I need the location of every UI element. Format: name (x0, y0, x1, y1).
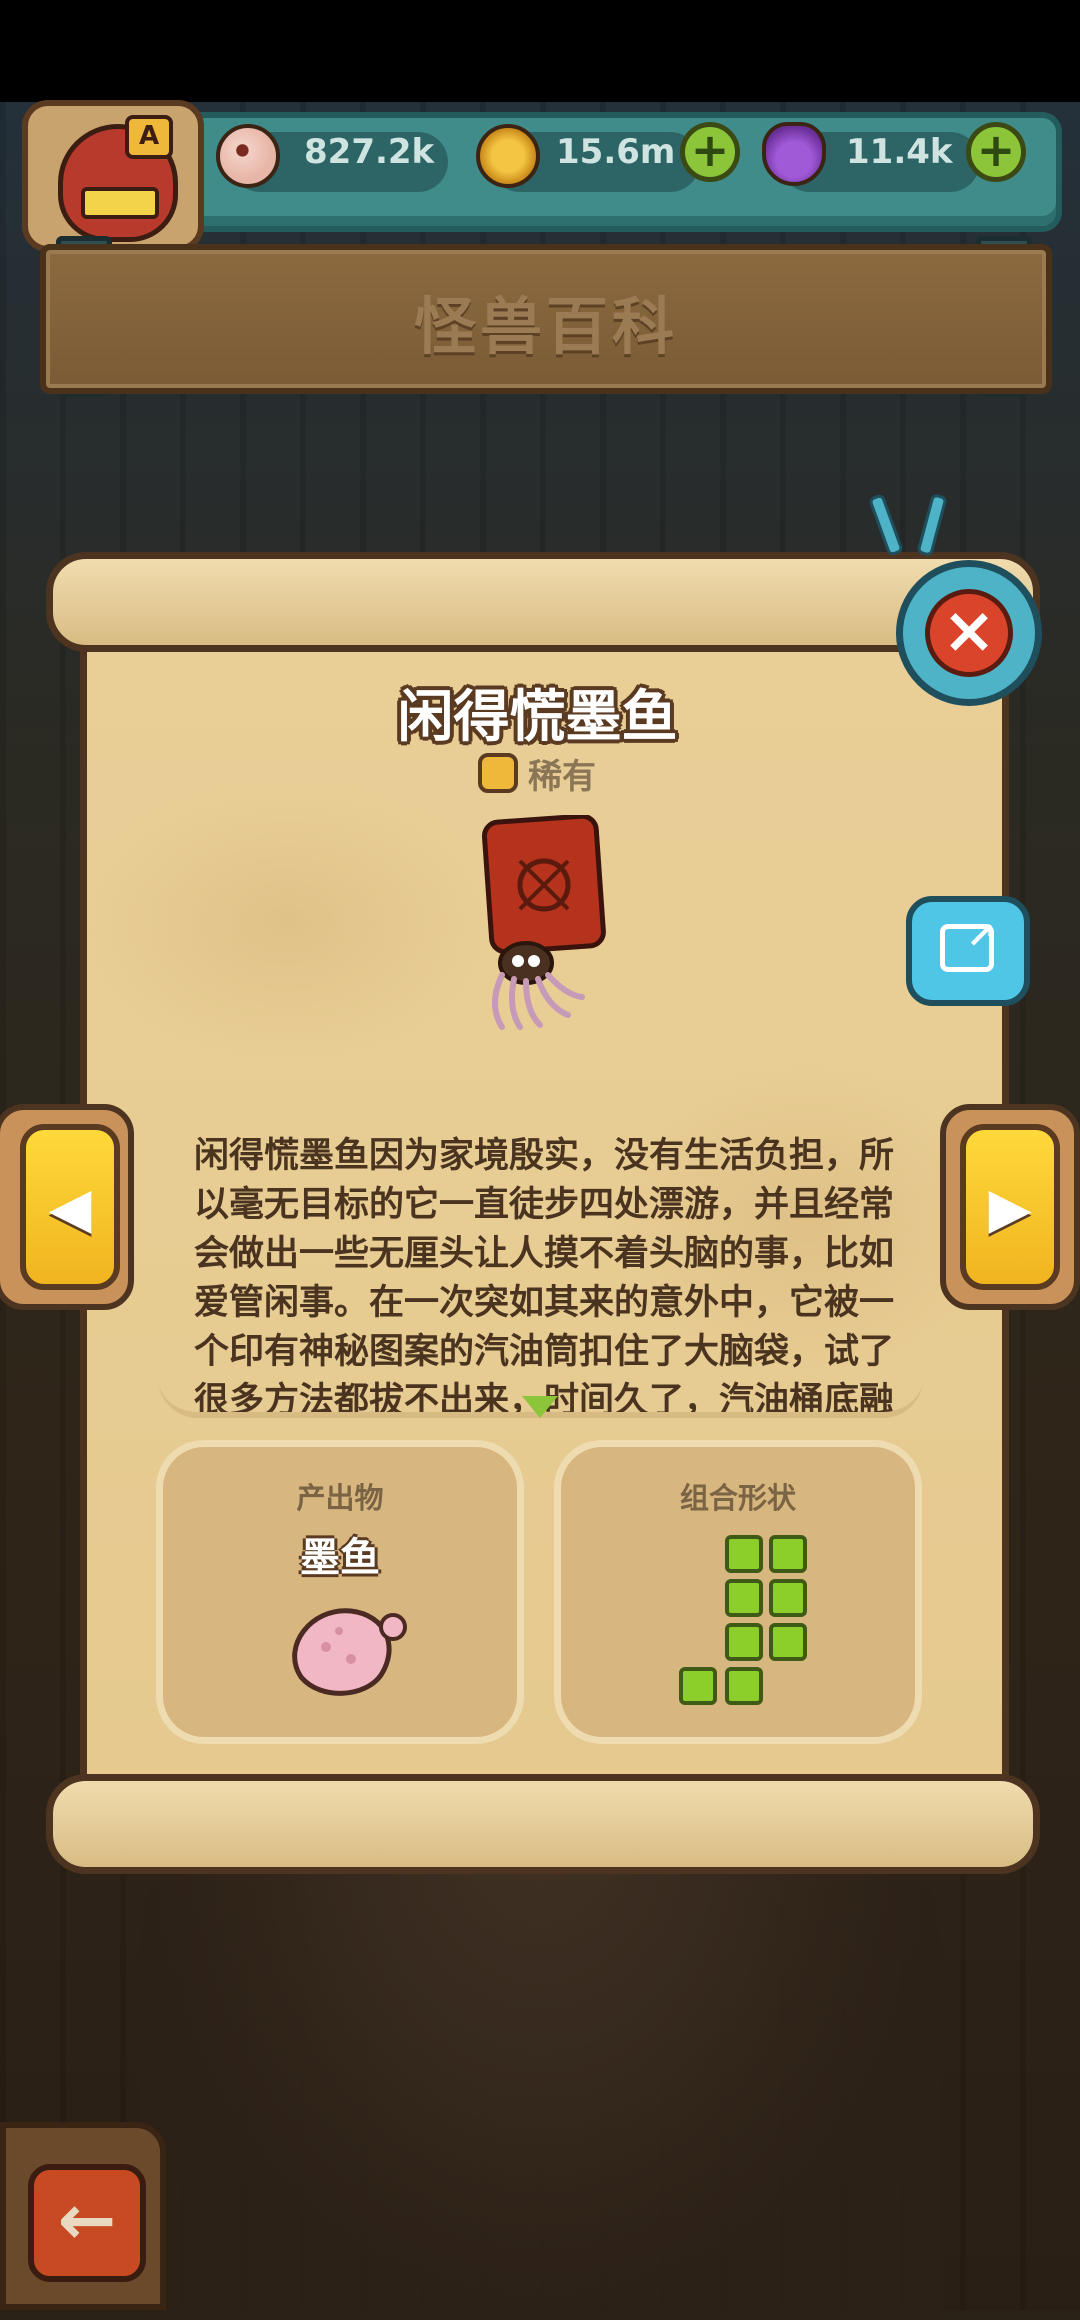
eyeball-icon (216, 124, 280, 188)
share-button[interactable]: ↗ (906, 896, 1030, 1006)
monster-name: 闲得慌墨鱼 (397, 685, 678, 750)
shape-cell (679, 1667, 717, 1705)
add-potion-button[interactable]: + (966, 122, 1026, 182)
shape-cell (769, 1535, 807, 1573)
shape-cell (725, 1579, 763, 1617)
scroll-bottom-roll (46, 1774, 1040, 1874)
output-label: 产出物 (296, 1481, 384, 1515)
share-arrow-icon: ↗ (966, 916, 997, 957)
shape-panel: 组合形状 (554, 1440, 922, 1744)
teeth-icon (81, 187, 159, 219)
potion-icon (762, 122, 826, 186)
prev-monster-button[interactable]: ◀ (20, 1124, 120, 1290)
shape-cell (725, 1535, 763, 1573)
shape-cell (725, 1623, 763, 1661)
back-button[interactable]: ← (28, 2164, 146, 2282)
rarity-icon (478, 753, 518, 793)
monster-description: 闲得慌墨鱼因为家境殷实，没有生活负担，所以毫无目标的它一直徒步四处漂游，并且经常… (194, 1136, 895, 1418)
add-gold-button[interactable]: + (680, 122, 740, 182)
shape-label: 组合形状 (679, 1481, 796, 1515)
status-bar (0, 0, 1080, 102)
prev-monster-tab: ◀ (0, 1104, 134, 1310)
monster-avatar-icon: A (58, 115, 178, 242)
potion-count: 11.4k (846, 132, 953, 172)
chevron-left-icon: ◀ (48, 1176, 92, 1241)
player-avatar[interactable]: A (22, 100, 204, 252)
next-monster-button[interactable]: ▶ (960, 1124, 1060, 1290)
eyeball-count: 827.2k (304, 132, 435, 172)
chevron-right-icon: ▶ (988, 1176, 1032, 1241)
output-value: 墨鱼 (300, 1535, 380, 1581)
rarity-label: 稀有 (528, 756, 596, 797)
close-icon: × (925, 589, 1013, 677)
description-box[interactable]: 闲得慌墨鱼因为家境殷实，没有生活负担，所以毫无目标的它一直徒步四处漂游，并且经常… (158, 1120, 923, 1418)
gold-count: 15.6m (556, 132, 676, 172)
shape-cell (769, 1623, 807, 1661)
scroll-top-roll (46, 552, 1040, 652)
output-panel: 产出物 墨鱼 (156, 1440, 524, 1744)
scroll-down-indicator-icon[interactable] (522, 1396, 558, 1418)
shape-cell (769, 1579, 807, 1617)
rarity-badge: 稀有 (478, 748, 596, 798)
gold-coin-icon (476, 124, 540, 188)
next-monster-tab: ▶ (940, 1104, 1080, 1310)
page-title: 怪兽百科 (413, 290, 678, 363)
title-plank: 怪兽百科 (40, 244, 1052, 394)
close-button[interactable]: × (896, 560, 1042, 706)
squid-monster-image (481, 815, 606, 1030)
back-tab: ← (0, 2122, 166, 2310)
back-arrow-icon: ← (57, 2179, 117, 2261)
ink-sac-icon (292, 1608, 407, 1696)
shape-cell (725, 1667, 763, 1705)
avatar-rank-badge: A (125, 115, 173, 159)
